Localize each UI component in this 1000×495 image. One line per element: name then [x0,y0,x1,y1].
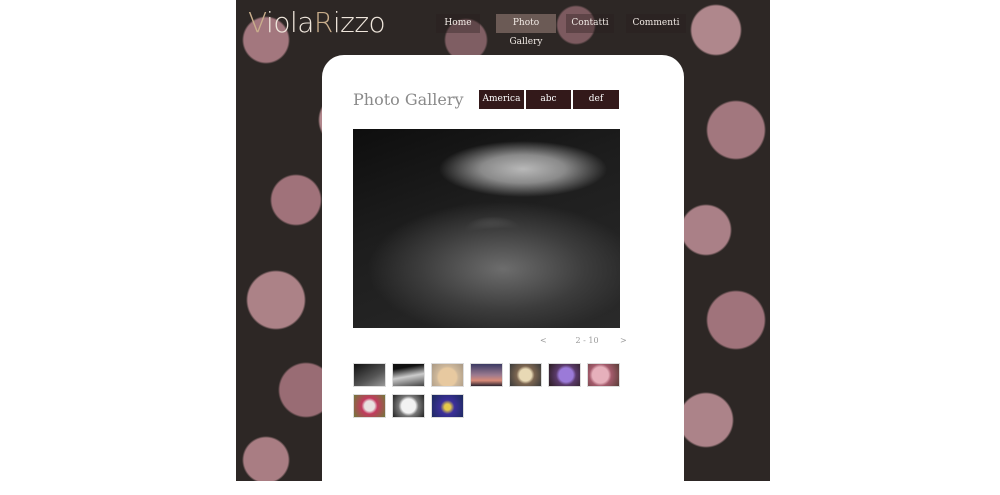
nav-contatti[interactable]: Contatti [566,14,614,33]
thumbnail[interactable] [509,363,542,387]
thumbnail[interactable] [587,363,620,387]
thumbnail[interactable] [392,363,425,387]
category-abc-button[interactable]: abc [526,90,571,109]
site-logo[interactable]: ViolaRizzo [248,6,386,39]
category-america-button[interactable]: America [479,90,524,109]
category-buttons: America abc def [479,90,621,109]
next-arrow-icon[interactable]: > [620,336,632,345]
page-title: Photo Gallery [353,90,464,109]
thumbnail[interactable] [392,394,425,418]
main-nav: Home Photo Gallery Contatti Commenti [436,14,688,47]
pager-count: 2 - 10 [575,336,599,345]
thumbnail[interactable] [353,394,386,418]
thumbnail[interactable] [431,394,464,418]
thumbnail[interactable] [353,363,386,387]
category-def-button[interactable]: def [573,90,619,109]
gallery-pager: < 2 - 10 > [540,336,632,345]
nav-commenti[interactable]: Commenti [626,14,686,33]
nav-photo-gallery[interactable]: Photo Gallery [496,14,556,47]
main-photo [353,129,620,328]
thumbnail[interactable] [470,363,503,387]
thumbnail[interactable] [548,363,581,387]
prev-arrow-icon[interactable]: < [540,336,552,345]
thumbnail-grid [353,363,633,425]
nav-home[interactable]: Home [436,14,480,33]
thumbnail[interactable] [431,363,464,387]
